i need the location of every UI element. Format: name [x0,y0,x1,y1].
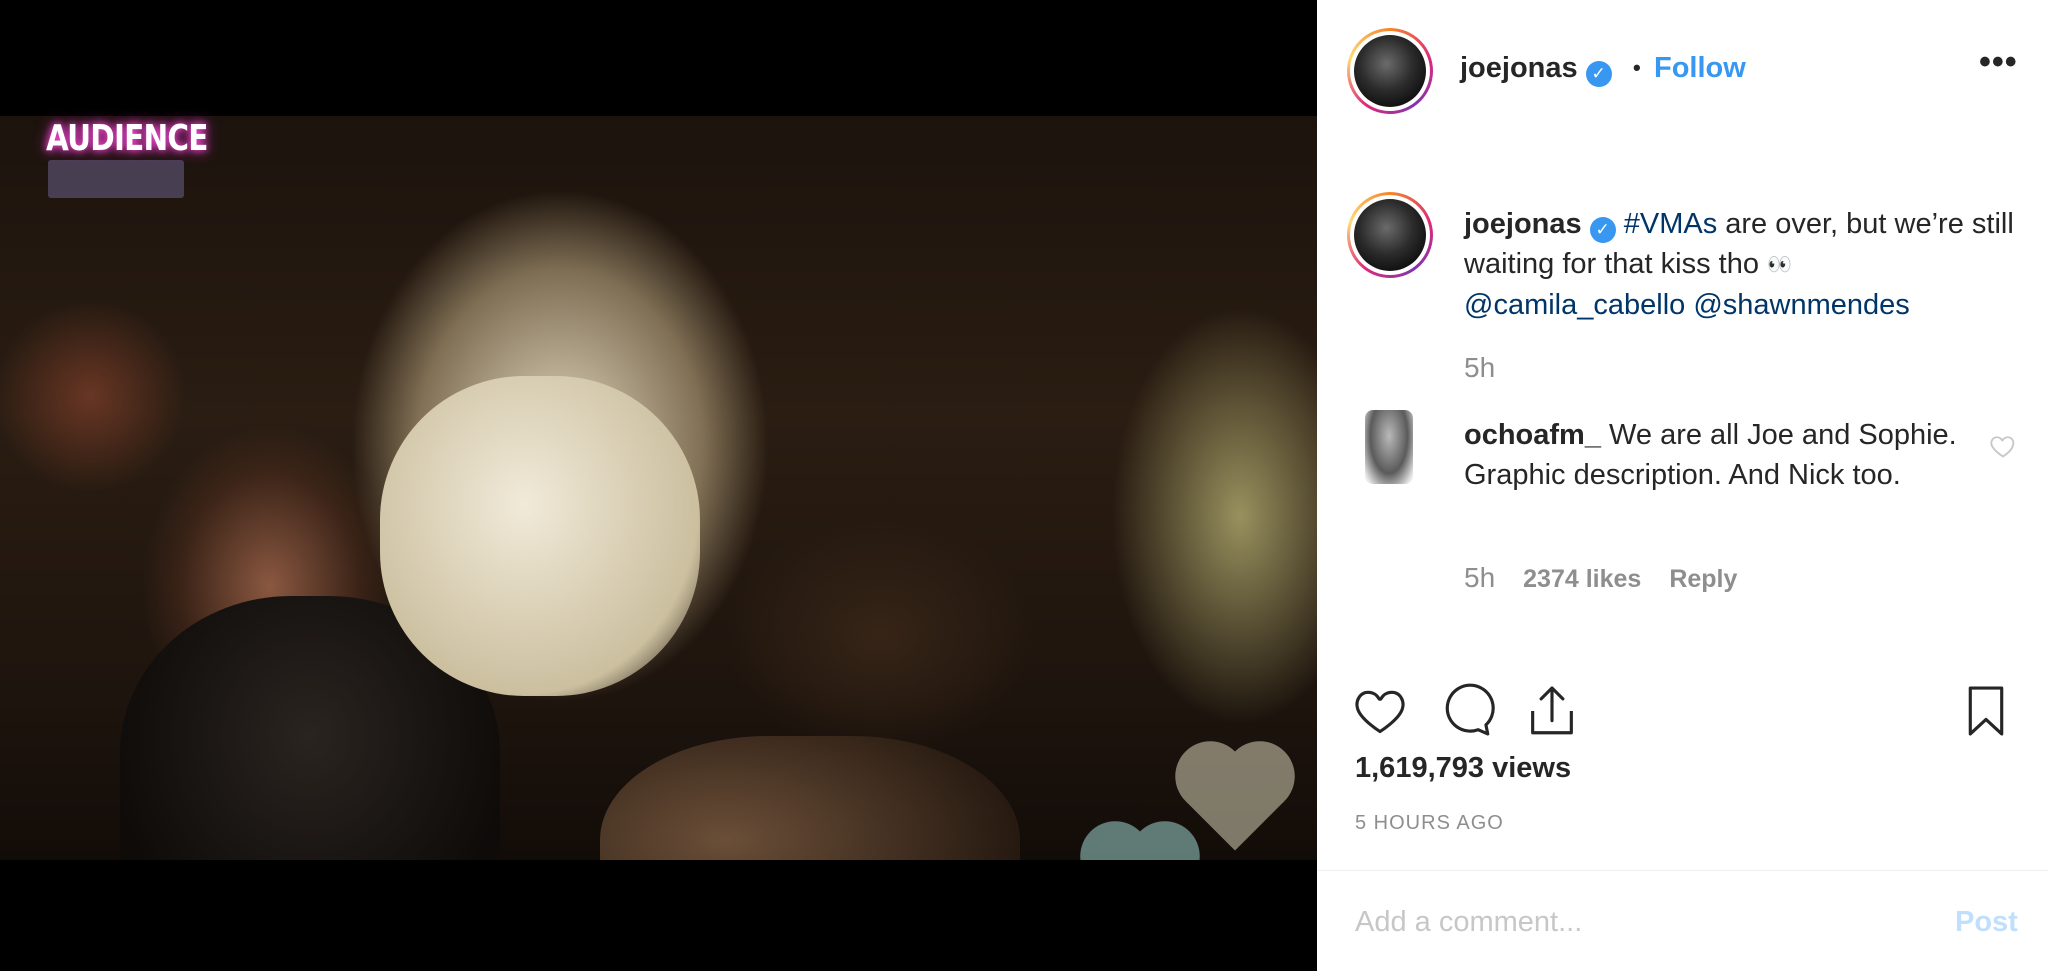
comment-like-heart-icon[interactable] [1989,432,2017,460]
add-comment-input[interactable] [1355,902,1915,942]
caption-text: joejonas ✓ #VMAs are over, but we’re stil… [1464,204,2024,325]
comment-username[interactable]: ochoafm_ [1464,419,1601,451]
comment-likes-count[interactable]: 2374 likes [1523,565,1641,594]
floating-heart-icon [1090,831,1190,860]
eyes-emoji: 👀 [1767,254,1794,276]
post-side-panel: joejonas ✓ • Follow ••• joejonas ✓ #VMAs a… [1317,0,2048,971]
mention-link[interactable]: @shawnmendes [1693,289,1909,321]
share-icon[interactable] [1523,682,1581,740]
verified-badge-icon: ✓ [1589,217,1616,243]
post-comment-button[interactable]: Post [1955,906,2018,939]
video-player[interactable] [0,116,1317,860]
post-actions [1317,676,2048,742]
profile-avatar[interactable] [1347,28,1433,114]
badge-reflection [48,160,184,198]
bookmark-icon[interactable] [1957,682,2015,740]
comment-timestamp[interactable]: 5h [1464,562,1495,594]
audience-badge: AUDIENCE [46,118,208,159]
caption-timestamp[interactable]: 5h [1464,352,1495,384]
reply-button[interactable]: Reply [1669,565,1737,594]
post-timestamp[interactable]: 5 HOURS AGO [1355,812,1504,835]
video-figure-foreground [600,736,1020,860]
commenter-avatar[interactable] [1365,410,1413,484]
more-options-icon[interactable]: ••• [1979,45,2018,79]
comment-divider [1317,870,2048,871]
floating-heart-icon [1185,751,1285,851]
avatar-image [1354,35,1426,107]
comment-text: ochoafm_ We are all Joe and Sophie. Grap… [1464,415,1964,495]
caption-username[interactable]: joejonas [1464,208,1582,240]
comment-meta: 5h 2374 likes Reply [1464,562,1737,594]
hashtag-link[interactable]: #VMAs [1624,208,1717,240]
caption-avatar[interactable] [1347,192,1433,278]
comment-bubble-icon[interactable] [1437,682,1495,740]
separator-dot: • [1633,55,1641,80]
avatar-image [1354,199,1426,271]
post-media[interactable]: AUDIENCE [0,0,1317,971]
verified-badge-icon: ✓ [1585,61,1612,87]
views-count[interactable]: 1,619,793 views [1355,752,1571,785]
mention-link[interactable]: @camila_cabello [1464,289,1685,321]
post-header: joejonas ✓ • Follow ••• [1317,0,2048,146]
video-figure-center [380,376,700,696]
header-username[interactable]: joejonas [1460,52,1578,84]
follow-button[interactable]: Follow [1654,52,1746,85]
heart-icon[interactable] [1351,682,1409,740]
